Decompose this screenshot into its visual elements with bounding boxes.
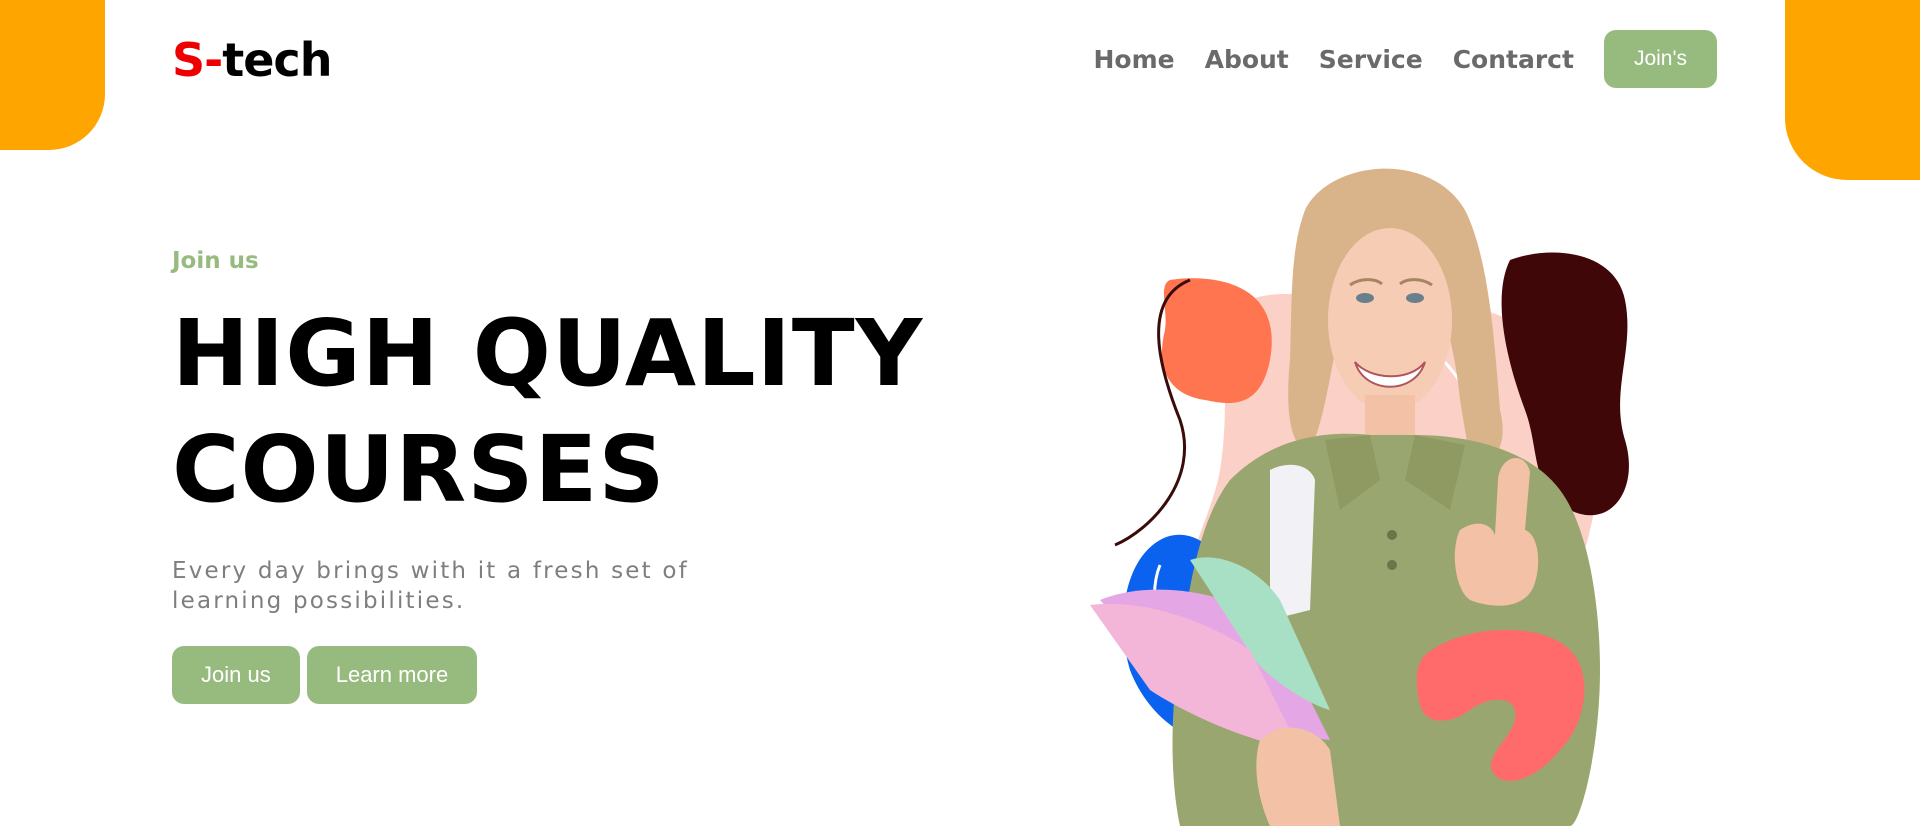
hero-section: Join us HIGH QUALITY COURSES Every day b… [172,248,972,704]
eye-right [1406,293,1424,303]
nav-link-contact[interactable]: Contarct [1453,45,1574,74]
hero-headline-line-2: COURSES [172,416,666,523]
decorative-corner-right [1785,0,1920,180]
hero-eyebrow: Join us [172,248,259,274]
hero-headline-line-1: HIGH QUALITY [172,300,924,407]
join-us-button[interactable]: Join us [172,646,300,704]
hero-headline: HIGH QUALITY COURSES [172,296,972,528]
nav-join-button[interactable]: Join's [1603,30,1717,88]
decorative-corner-left [0,0,105,150]
button-1 [1387,530,1397,540]
nav-link-home[interactable]: Home [1093,45,1174,74]
logo-suffix: tech [222,33,332,87]
button-2 [1387,560,1397,570]
landing-page: S-tech Home About Service Contarct Join'… [0,0,1920,826]
site-logo[interactable]: S-tech [172,28,332,92]
logo-prefix: S- [172,33,223,87]
hero-tagline: Every day brings with it a fresh set of … [172,558,689,614]
main-navigation: Home About Service Contarct Join's [1093,30,1717,88]
neck [1365,395,1415,440]
learn-more-button[interactable]: Learn more [306,646,478,704]
hero-illustration [1090,168,1629,826]
eye-left [1356,293,1374,303]
nav-link-service[interactable]: Service [1319,45,1423,74]
hero-cta-row: Join us Learn more [172,646,972,704]
nav-link-about[interactable]: About [1205,45,1289,74]
coral-blob [1161,278,1272,404]
